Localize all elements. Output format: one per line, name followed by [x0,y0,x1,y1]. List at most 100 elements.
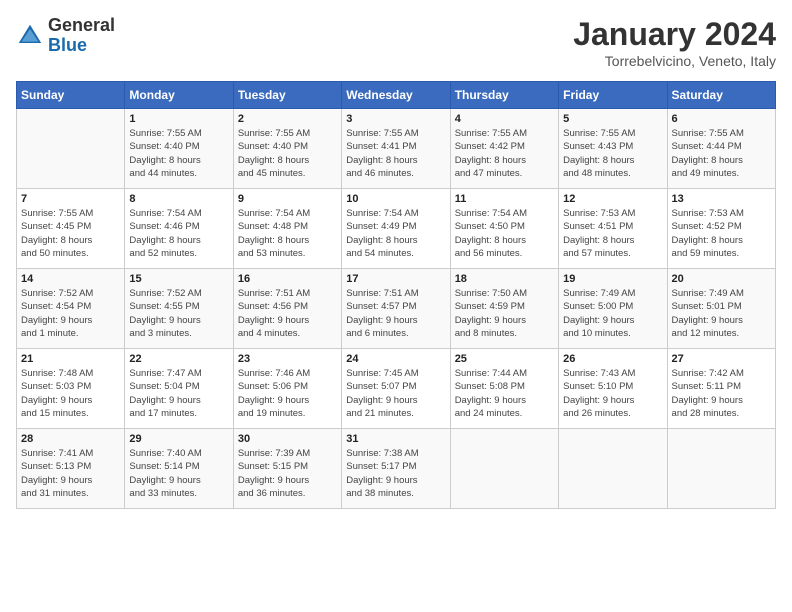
day-number: 11 [455,193,554,205]
day-number: 1 [129,113,228,125]
calendar-cell: 9 Sunrise: 7:54 AM Sunset: 4:48 PM Daylig… [233,189,341,269]
calendar-cell: 11 Sunrise: 7:54 AM Sunset: 4:50 PM Dayli… [450,189,558,269]
day-info: Sunrise: 7:42 AM Sunset: 5:11 PM Dayligh… [672,367,771,420]
calendar-cell: 26Sunrise: 7:43 AM Sunset: 5:10 PM Dayli… [559,349,667,429]
weekday-header-saturday: Saturday [667,82,775,109]
day-info: Sunrise: 7:53 AM Sunset: 4:51 PM Dayligh… [563,207,662,260]
day-info: Sunrise: 7:55 AM Sunset: 4:45 PM Dayligh… [21,207,120,260]
day-info: Sunrise: 7:45 AM Sunset: 5:07 PM Dayligh… [346,367,445,420]
day-number: 26 [563,353,662,365]
logo-general-text: General [48,15,115,35]
day-number: 17 [346,273,445,285]
calendar-cell: 30 Sunrise: 7:39 AM Sunset: 5:15 PM Dayli… [233,429,341,509]
calendar-cell: 3 Sunrise: 7:55 AM Sunset: 4:41 PM Daylig… [342,109,450,189]
day-number: 27 [672,353,771,365]
day-info: Sunrise: 7:53 AM Sunset: 4:52 PM Dayligh… [672,207,771,260]
calendar-cell: 27 Sunrise: 7:42 AM Sunset: 5:11 PM Dayli… [667,349,775,429]
day-info: Sunrise: 7:38 AM Sunset: 5:17 PM Dayligh… [346,447,445,500]
calendar-cell: 8 Sunrise: 7:54 AM Sunset: 4:46 PM Daylig… [125,189,233,269]
day-info: Sunrise: 7:55 AM Sunset: 4:40 PM Dayligh… [238,127,337,180]
day-number: 21 [21,353,120,365]
day-info: Sunrise: 7:49 AM Sunset: 5:00 PM Dayligh… [563,287,662,340]
logo-icon [16,22,44,50]
calendar-cell: 16 Sunrise: 7:51 AM Sunset: 4:56 PM Dayli… [233,269,341,349]
calendar-cell: 6Sunrise: 7:55 AM Sunset: 4:44 PM Daylig… [667,109,775,189]
day-number: 15 [129,273,228,285]
calendar-week-2: 7 Sunrise: 7:55 AM Sunset: 4:45 PM Daylig… [17,189,776,269]
page-header: General Blue January 2024 Torrebelvicino… [16,16,776,69]
calendar-cell [559,429,667,509]
day-number: 7 [21,193,120,205]
calendar-cell: 5Sunrise: 7:55 AM Sunset: 4:43 PM Daylig… [559,109,667,189]
day-info: Sunrise: 7:48 AM Sunset: 5:03 PM Dayligh… [21,367,120,420]
calendar-cell: 15 Sunrise: 7:52 AM Sunset: 4:55 PM Dayli… [125,269,233,349]
calendar-cell: 14 Sunrise: 7:52 AM Sunset: 4:54 PM Dayli… [17,269,125,349]
day-info: Sunrise: 7:55 AM Sunset: 4:44 PM Dayligh… [672,127,771,180]
day-info: Sunrise: 7:55 AM Sunset: 4:42 PM Dayligh… [455,127,554,180]
calendar-cell: 24 Sunrise: 7:45 AM Sunset: 5:07 PM Dayli… [342,349,450,429]
calendar-cell: 22Sunrise: 7:47 AM Sunset: 5:04 PM Dayli… [125,349,233,429]
weekday-header-tuesday: Tuesday [233,82,341,109]
day-info: Sunrise: 7:39 AM Sunset: 5:15 PM Dayligh… [238,447,337,500]
day-number: 4 [455,113,554,125]
day-info: Sunrise: 7:54 AM Sunset: 4:50 PM Dayligh… [455,207,554,260]
calendar-cell: 2 Sunrise: 7:55 AM Sunset: 4:40 PM Daylig… [233,109,341,189]
day-info: Sunrise: 7:55 AM Sunset: 4:40 PM Dayligh… [129,127,228,180]
day-number: 2 [238,113,337,125]
day-number: 24 [346,353,445,365]
day-number: 10 [346,193,445,205]
day-info: Sunrise: 7:41 AM Sunset: 5:13 PM Dayligh… [21,447,120,500]
weekday-header-friday: Friday [559,82,667,109]
calendar-week-1: 1 Sunrise: 7:55 AM Sunset: 4:40 PM Daylig… [17,109,776,189]
day-number: 8 [129,193,228,205]
calendar-week-3: 14 Sunrise: 7:52 AM Sunset: 4:54 PM Dayli… [17,269,776,349]
day-number: 9 [238,193,337,205]
day-info: Sunrise: 7:40 AM Sunset: 5:14 PM Dayligh… [129,447,228,500]
calendar-table: SundayMondayTuesdayWednesdayThursdayFrid… [16,81,776,509]
day-info: Sunrise: 7:51 AM Sunset: 4:57 PM Dayligh… [346,287,445,340]
day-info: Sunrise: 7:54 AM Sunset: 4:46 PM Dayligh… [129,207,228,260]
title-block: January 2024 Torrebelvicino, Veneto, Ita… [573,16,776,69]
calendar-cell: 18 Sunrise: 7:50 AM Sunset: 4:59 PM Dayli… [450,269,558,349]
day-info: Sunrise: 7:54 AM Sunset: 4:48 PM Dayligh… [238,207,337,260]
calendar-cell [17,109,125,189]
day-info: Sunrise: 7:52 AM Sunset: 4:55 PM Dayligh… [129,287,228,340]
day-number: 30 [238,433,337,445]
location: Torrebelvicino, Veneto, Italy [573,53,776,69]
calendar-cell: 28 Sunrise: 7:41 AM Sunset: 5:13 PM Dayli… [17,429,125,509]
day-number: 23 [238,353,337,365]
day-number: 19 [563,273,662,285]
month-title: January 2024 [573,16,776,53]
day-info: Sunrise: 7:47 AM Sunset: 5:04 PM Dayligh… [129,367,228,420]
calendar-cell: 31Sunrise: 7:38 AM Sunset: 5:17 PM Dayli… [342,429,450,509]
weekday-header-wednesday: Wednesday [342,82,450,109]
day-info: Sunrise: 7:55 AM Sunset: 4:43 PM Dayligh… [563,127,662,180]
calendar-cell: 23Sunrise: 7:46 AM Sunset: 5:06 PM Dayli… [233,349,341,429]
calendar-cell: 17 Sunrise: 7:51 AM Sunset: 4:57 PM Dayli… [342,269,450,349]
day-number: 20 [672,273,771,285]
weekday-header-sunday: Sunday [17,82,125,109]
day-info: Sunrise: 7:52 AM Sunset: 4:54 PM Dayligh… [21,287,120,340]
day-info: Sunrise: 7:50 AM Sunset: 4:59 PM Dayligh… [455,287,554,340]
calendar-cell: 10 Sunrise: 7:54 AM Sunset: 4:49 PM Dayli… [342,189,450,269]
calendar-week-4: 21 Sunrise: 7:48 AM Sunset: 5:03 PM Dayli… [17,349,776,429]
day-number: 12 [563,193,662,205]
weekday-header-thursday: Thursday [450,82,558,109]
calendar-cell: 21 Sunrise: 7:48 AM Sunset: 5:03 PM Dayli… [17,349,125,429]
day-info: Sunrise: 7:51 AM Sunset: 4:56 PM Dayligh… [238,287,337,340]
day-number: 28 [21,433,120,445]
day-number: 16 [238,273,337,285]
weekday-header-monday: Monday [125,82,233,109]
day-info: Sunrise: 7:54 AM Sunset: 4:49 PM Dayligh… [346,207,445,260]
calendar-cell: 7 Sunrise: 7:55 AM Sunset: 4:45 PM Daylig… [17,189,125,269]
calendar-cell: 19 Sunrise: 7:49 AM Sunset: 5:00 PM Dayli… [559,269,667,349]
calendar-cell: 4 Sunrise: 7:55 AM Sunset: 4:42 PM Daylig… [450,109,558,189]
day-info: Sunrise: 7:55 AM Sunset: 4:41 PM Dayligh… [346,127,445,180]
day-number: 25 [455,353,554,365]
calendar-cell [450,429,558,509]
day-number: 14 [21,273,120,285]
logo: General Blue [16,16,115,56]
day-number: 18 [455,273,554,285]
day-number: 3 [346,113,445,125]
logo-blue-text: Blue [48,35,87,55]
